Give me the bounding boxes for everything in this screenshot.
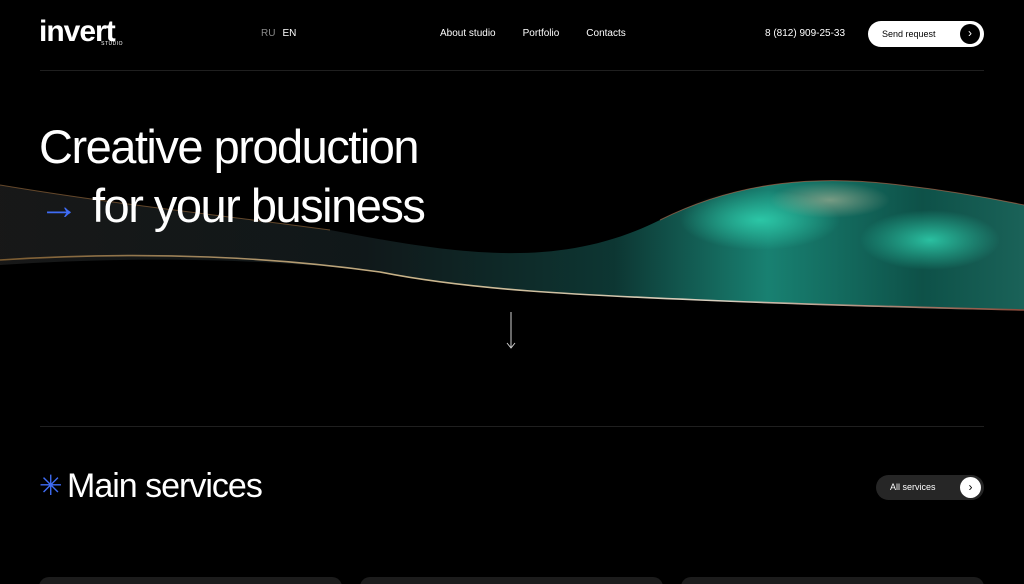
all-services-label: All services (890, 482, 936, 492)
hero-heading-line-2-text: for your business (92, 179, 426, 232)
language-switcher: RU EN (261, 28, 296, 39)
send-request-button[interactable]: Send request › (868, 21, 984, 47)
all-services-button[interactable]: All services › (876, 475, 984, 500)
lang-ru[interactable]: RU (261, 28, 275, 39)
header-divider (40, 70, 984, 71)
arrow-right-icon: → (39, 184, 79, 228)
arrow-down-icon[interactable] (505, 312, 517, 350)
asterisk-icon: ✳ (39, 470, 63, 501)
services-title: Main services (67, 467, 263, 505)
service-card[interactable] (360, 577, 663, 584)
main-nav: About studio Portfolio Contacts (440, 28, 626, 39)
logo-subtitle: STUDIO (101, 41, 123, 47)
send-request-label: Send request (882, 29, 936, 39)
service-card[interactable] (39, 577, 342, 584)
chevron-right-icon: › (960, 477, 981, 498)
lang-en[interactable]: EN (282, 28, 296, 39)
section-divider (40, 426, 984, 427)
chevron-right-icon: › (960, 24, 980, 44)
phone-link[interactable]: 8 (812) 909-25-33 (765, 28, 845, 39)
service-card[interactable] (681, 577, 984, 584)
nav-portfolio[interactable]: Portfolio (523, 28, 560, 39)
logo[interactable]: invert STUDIO (39, 17, 129, 49)
nav-contacts[interactable]: Contacts (586, 28, 625, 39)
page: invert STUDIO RU EN About studio Portfol… (0, 0, 1024, 584)
nav-about-studio[interactable]: About studio (440, 28, 496, 39)
hero-heading-line-1: Creative production (39, 120, 420, 173)
services-heading: ✳ Main services (39, 466, 263, 506)
hero-heading-line-2: → for your business (39, 178, 426, 234)
